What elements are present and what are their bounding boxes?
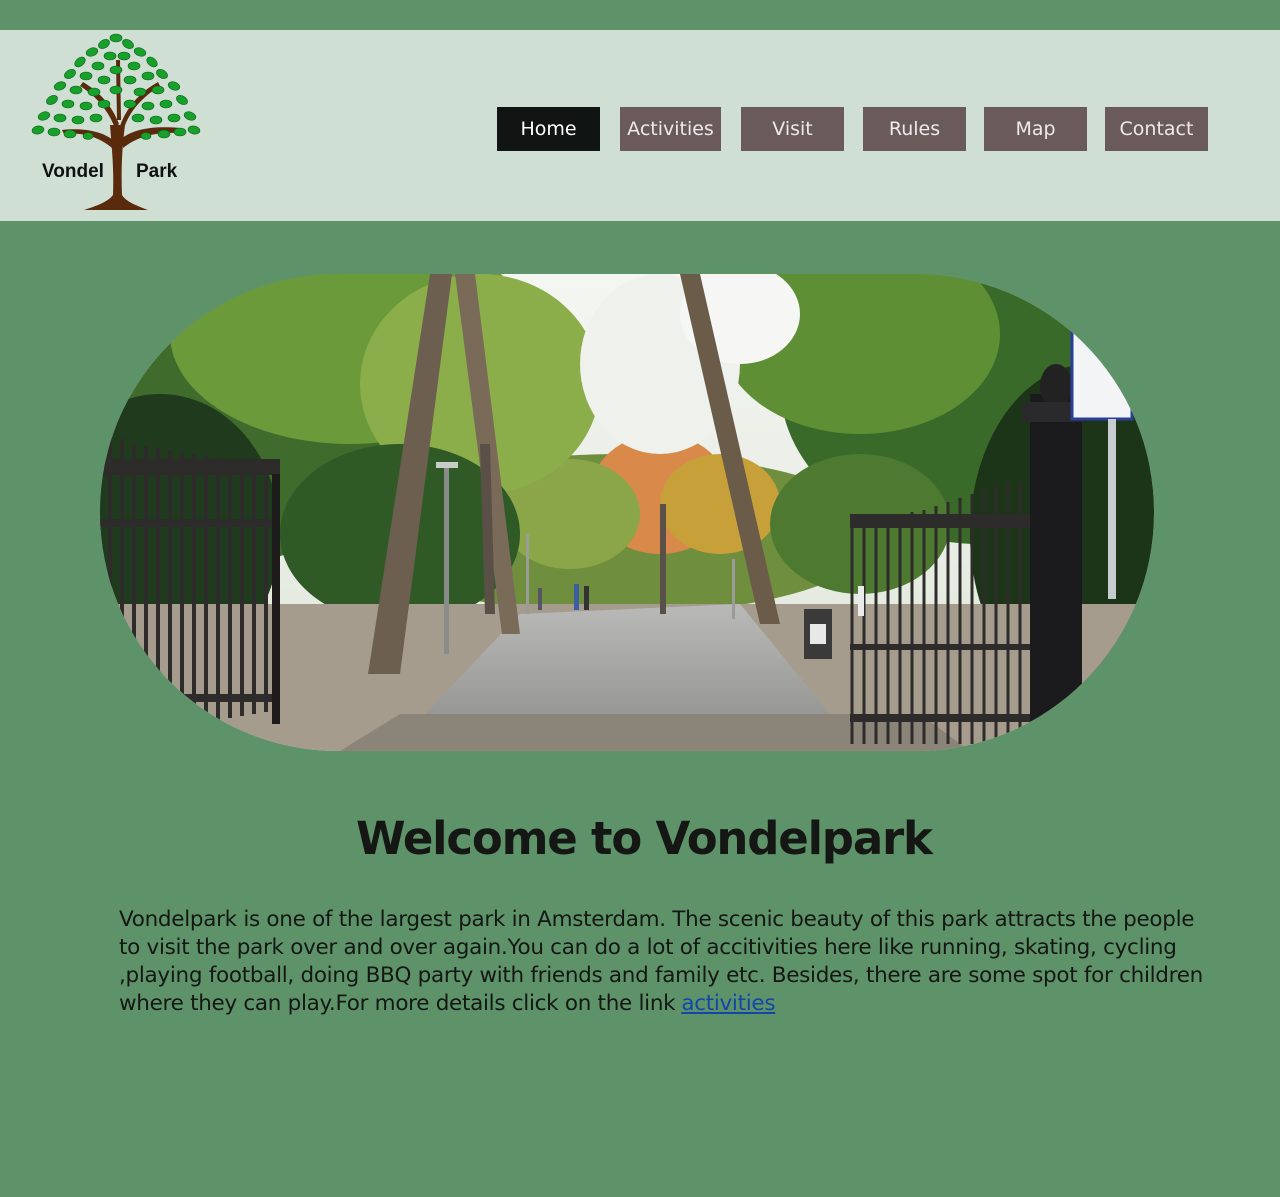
main-nav: Home Activities Visit Rules Map Contact bbox=[0, 107, 1280, 151]
page-title: Welcome to Vondelpark bbox=[356, 812, 933, 865]
park-entrance-photo bbox=[100, 274, 1154, 751]
logo-word-right: Park bbox=[136, 161, 178, 182]
nav-activities[interactable]: Activities bbox=[620, 107, 721, 151]
nav-home[interactable]: Home bbox=[497, 107, 600, 151]
nav-contact[interactable]: Contact bbox=[1105, 107, 1208, 151]
site-header: Vondel Park Home Activities Visit Rules … bbox=[0, 30, 1280, 221]
intro-text: Vondelpark is one of the largest park in… bbox=[119, 907, 1203, 1016]
nav-map[interactable]: Map bbox=[984, 107, 1087, 151]
nav-rules[interactable]: Rules bbox=[863, 107, 966, 151]
nav-visit[interactable]: Visit bbox=[741, 107, 844, 151]
activities-link[interactable]: activities bbox=[681, 991, 775, 1016]
hero-image bbox=[100, 274, 1154, 751]
logo-word-left: Vondel bbox=[42, 161, 104, 182]
intro-paragraph: Vondelpark is one of the largest park in… bbox=[119, 906, 1219, 1018]
